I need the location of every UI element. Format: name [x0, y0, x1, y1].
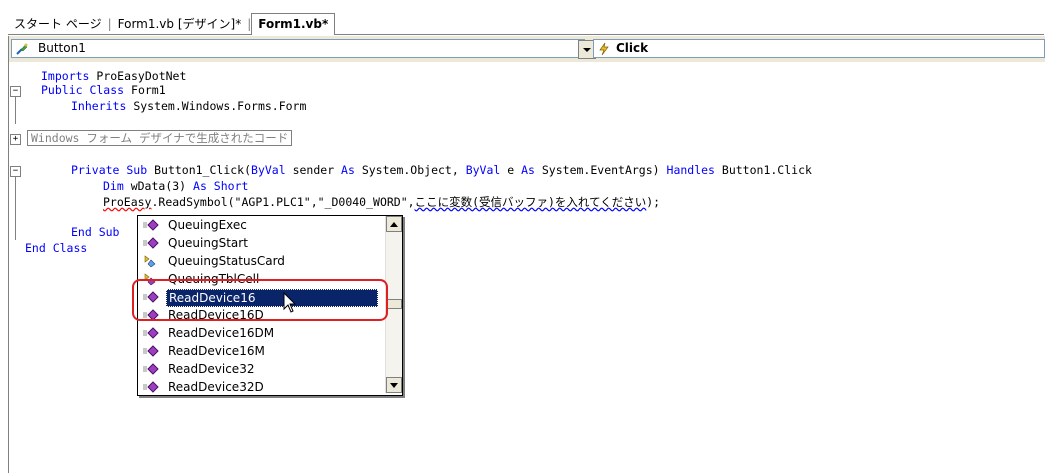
list-item[interactable]: QueuingStatusCard [140, 252, 378, 270]
code-line: Public Class Form1 [41, 83, 166, 97]
code-line: End Sub [71, 225, 120, 239]
method-icon [143, 381, 159, 393]
list-item[interactable]: ReadDevice32D [140, 378, 378, 396]
tabs: スタート ページ | Form1.vb [デザイン]* | Form1.vb* [8, 13, 1044, 35]
method-icon [143, 219, 159, 231]
navigation-bar: Button1 Click [8, 36, 1045, 62]
event-dropdown[interactable]: Click [593, 39, 1045, 58]
code-line: Dim wData(3) As Short [103, 179, 249, 193]
scroll-down-button[interactable] [386, 377, 402, 393]
event-dropdown-value: Click [616, 41, 649, 55]
chevron-up-icon [390, 221, 398, 227]
code-line-region[interactable]: Windows フォーム デザイナで生成されたコード [27, 130, 293, 146]
code-text: Imports ProEasyDotNet Public Class Form1… [9, 62, 812, 255]
collapsed-region: Windows フォーム デザイナで生成されたコード [27, 130, 293, 146]
code-line: End Class [25, 241, 88, 255]
highlight-annotation [132, 279, 388, 321]
list-item[interactable]: ReadDevice16DM [140, 324, 378, 342]
object-dropdown-value: Button1 [38, 41, 86, 55]
code-line-current: ProEasy.ReadSymbol("AGP1.PLC1","_D0040_W… [103, 195, 661, 209]
chevron-down-icon [583, 47, 591, 52]
object-dropdown[interactable]: Button1 [11, 39, 596, 59]
list-item[interactable]: QueuingExec [140, 216, 378, 234]
list-item[interactable]: QueuingStart [140, 234, 378, 252]
code-line: Inherits System.Windows.Forms.Form [71, 99, 307, 113]
chevron-down-icon [390, 382, 398, 388]
control-icon [16, 43, 28, 55]
scroll-thumb[interactable] [386, 299, 402, 309]
tab-form1-design[interactable]: Form1.vb [デザイン]* [112, 14, 248, 34]
list-item[interactable]: ReadDevice32 [140, 360, 378, 378]
property-icon [144, 255, 156, 267]
method-icon [143, 363, 159, 375]
code-line: Private Sub Button1_Click(ByVal sender A… [71, 163, 812, 177]
mouse-pointer-icon [283, 292, 297, 313]
tab-start-page[interactable]: スタート ページ [8, 14, 108, 34]
list-item[interactable]: ReadDevice16M [140, 342, 378, 360]
method-icon [143, 327, 159, 339]
tab-form1-code[interactable]: Form1.vb* [251, 13, 336, 35]
document-tab-strip: スタート ページ | Form1.vb [デザイン]* | Form1.vb* [0, 0, 1052, 36]
scroll-up-button[interactable] [386, 216, 402, 232]
method-icon [143, 237, 159, 249]
method-icon [143, 345, 159, 357]
event-lightning-icon [599, 42, 609, 56]
